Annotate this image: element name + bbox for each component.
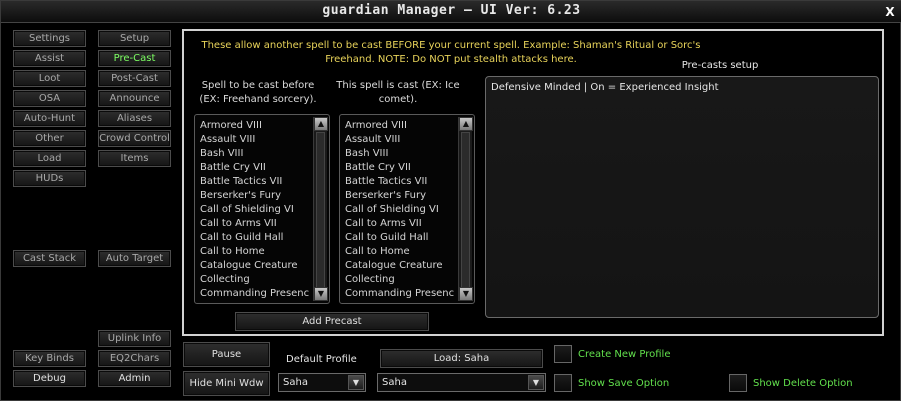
- nav-post-cast-button[interactable]: Post-Cast: [98, 70, 171, 87]
- chevron-down-icon[interactable]: ▼: [459, 287, 473, 301]
- list-item[interactable]: Armored VIII: [200, 119, 309, 133]
- cast-spell-header: This spell is cast (EX: Ice comet).: [336, 80, 460, 105]
- nav-loot-button[interactable]: Loot: [13, 70, 86, 87]
- chevron-up-icon[interactable]: ▲: [314, 117, 328, 131]
- list-item[interactable]: Collecting: [345, 273, 454, 287]
- pause-button[interactable]: Pause: [183, 342, 270, 367]
- list-item[interactable]: Berserker's Fury: [200, 189, 309, 203]
- default-profile-label: Default Profile: [286, 354, 357, 365]
- chevron-down-icon[interactable]: ▼: [348, 375, 364, 390]
- eq2chars-button[interactable]: EQ2Chars: [98, 350, 171, 367]
- create-new-profile-label: Create New Profile: [578, 349, 671, 360]
- precast-setup-entry[interactable]: Defensive Minded | On = Experienced Insi…: [491, 82, 719, 93]
- nav-items-button[interactable]: Items: [98, 150, 171, 167]
- precast-setup-list[interactable]: Defensive Minded | On = Experienced Insi…: [485, 76, 879, 318]
- list-item[interactable]: Call to Home: [345, 245, 454, 259]
- nav-setup-button[interactable]: Setup: [98, 30, 171, 47]
- default-profile-value: Saha: [283, 377, 308, 388]
- list-item[interactable]: Battle Tactics VII: [345, 175, 454, 189]
- show-save-option-checkbox[interactable]: [554, 374, 572, 392]
- before-spell-items: Armored VIII Assault VIII Bash VIII Batt…: [200, 119, 309, 299]
- list-item[interactable]: Battle Cry VII: [345, 161, 454, 175]
- list-item[interactable]: Commanding Presence: [345, 287, 454, 299]
- window-title: guardian Manager — UI Ver: 6.23: [322, 3, 581, 18]
- admin-button[interactable]: Admin: [98, 370, 171, 387]
- list-item[interactable]: Assault VIII: [200, 133, 309, 147]
- uplink-info-button[interactable]: Uplink Info: [98, 330, 171, 347]
- nav-other-button[interactable]: Other: [13, 130, 86, 147]
- list-item[interactable]: Commanding Presence: [200, 287, 309, 299]
- list-item[interactable]: Catalogue Creature: [200, 259, 309, 273]
- nav-auto-hunt-button[interactable]: Auto-Hunt: [13, 110, 86, 127]
- nav-announce-button[interactable]: Announce: [98, 90, 171, 107]
- list-item[interactable]: Catalogue Creature: [345, 259, 454, 273]
- cast-spell-items: Armored VIII Assault VIII Bash VIII Batt…: [345, 119, 454, 299]
- list-item[interactable]: Bash VIII: [345, 147, 454, 161]
- list-item[interactable]: Assault VIII: [345, 133, 454, 147]
- cast-spell-scrollbar[interactable]: ▲ ▼: [458, 117, 473, 301]
- nav-load-button[interactable]: Load: [13, 150, 86, 167]
- list-item[interactable]: Bash VIII: [200, 147, 309, 161]
- cast-spell-list[interactable]: Armored VIII Assault VIII Bash VIII Batt…: [339, 114, 475, 304]
- auto-target-button[interactable]: Auto Target: [98, 250, 171, 267]
- debug-button[interactable]: Debug: [13, 370, 86, 387]
- show-save-option-label: Show Save Option: [578, 378, 670, 389]
- before-spell-list[interactable]: Armored VIII Assault VIII Bash VIII Batt…: [194, 114, 330, 304]
- key-binds-button[interactable]: Key Binds: [13, 350, 86, 367]
- list-item[interactable]: Call to Guild Hall: [345, 231, 454, 245]
- list-item[interactable]: Battle Cry VII: [200, 161, 309, 175]
- profile-select[interactable]: Saha ▼: [377, 373, 546, 392]
- cast-stack-button[interactable]: Cast Stack: [13, 250, 86, 267]
- show-delete-option-checkbox[interactable]: [729, 374, 747, 392]
- nav-huds-button[interactable]: HUDs: [13, 170, 86, 187]
- load-profile-button[interactable]: Load: Saha: [380, 349, 543, 368]
- show-delete-option-label: Show Delete Option: [753, 378, 853, 389]
- scroll-thumb[interactable]: [316, 132, 325, 292]
- list-item[interactable]: Call of Shielding VI: [345, 203, 454, 217]
- list-item[interactable]: Call to Home: [200, 245, 309, 259]
- before-spell-header: Spell to be cast before (EX: Freehand so…: [199, 80, 317, 105]
- list-item[interactable]: Call to Guild Hall: [200, 231, 309, 245]
- nav-assist-button[interactable]: Assist: [13, 50, 86, 67]
- title-bar[interactable]: guardian Manager — UI Ver: 6.23 X: [1, 1, 901, 23]
- profile-value: Saha: [382, 377, 407, 388]
- list-item[interactable]: Collecting: [200, 273, 309, 287]
- close-icon[interactable]: X: [882, 4, 898, 20]
- chevron-up-icon[interactable]: ▲: [459, 117, 473, 131]
- list-item[interactable]: Call to Arms VII: [345, 217, 454, 231]
- nav-aliases-button[interactable]: Aliases: [98, 110, 171, 127]
- add-precast-button[interactable]: Add Precast: [235, 312, 429, 331]
- nav-pre-cast-button[interactable]: Pre-Cast: [98, 50, 171, 67]
- nav-crowd-control-button[interactable]: Crowd Control: [98, 130, 171, 147]
- create-new-profile-checkbox[interactable]: [554, 345, 572, 363]
- default-profile-select[interactable]: Saha ▼: [278, 373, 366, 392]
- chevron-down-icon[interactable]: ▼: [314, 287, 328, 301]
- list-item[interactable]: Battle Tactics VII: [200, 175, 309, 189]
- precast-setup-title: Pre-casts setup: [681, 60, 759, 71]
- hide-mini-window-button[interactable]: Hide Mini Wdw: [183, 371, 270, 396]
- list-item[interactable]: Call to Arms VII: [200, 217, 309, 231]
- chevron-down-icon[interactable]: ▼: [528, 375, 544, 390]
- list-item[interactable]: Armored VIII: [345, 119, 454, 133]
- nav-settings-button[interactable]: Settings: [13, 30, 86, 47]
- manager-window: guardian Manager — UI Ver: 6.23 X Settin…: [0, 0, 901, 401]
- list-item[interactable]: Call of Shielding VI: [200, 203, 309, 217]
- list-item[interactable]: Berserker's Fury: [345, 189, 454, 203]
- scroll-thumb[interactable]: [461, 132, 470, 292]
- before-spell-scrollbar[interactable]: ▲ ▼: [313, 117, 328, 301]
- nav-osa-button[interactable]: OSA: [13, 90, 86, 107]
